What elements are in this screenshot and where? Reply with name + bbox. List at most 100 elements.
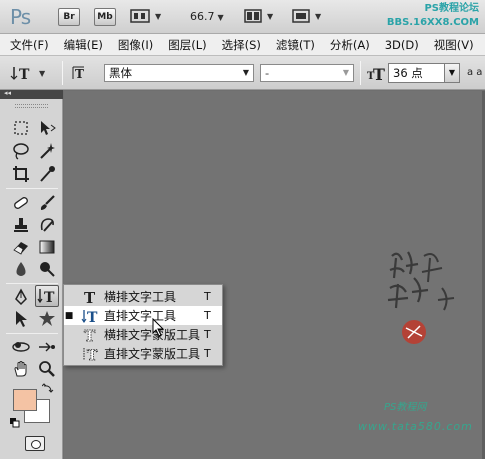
lasso-tool[interactable] [9,140,33,162]
anti-aliasing-label: a a [467,67,483,78]
foreground-color-swatch[interactable] [13,389,37,411]
toggle-text-orientation-button[interactable]: T [72,65,92,84]
tools-panel: T [0,99,63,459]
flyout-item-shortcut: T [204,309,211,322]
move-tool[interactable] [35,117,59,139]
menu-file[interactable]: 文件(F) [10,37,49,53]
svg-text:T: T [84,289,96,305]
magic-wand-tool[interactable] [35,140,59,162]
drop-icon [16,262,26,276]
canvas-watermark-line-2: www.tata580.com [358,420,473,433]
default-colors-button[interactable] [10,417,20,431]
vertical-type-icon: T [37,289,55,305]
svg-text:T: T [19,67,30,81]
menu-analysis[interactable]: 分析(A) [330,37,370,53]
tools-panel-header[interactable]: ◂◂ [0,89,63,99]
3d-camera-icon [39,342,55,352]
menu-3d[interactable]: 3D(D) [385,38,419,52]
font-size-value: 36 点 [393,66,423,80]
photoshop-logo: Ps [10,5,31,29]
eyedropper-icon [40,166,55,182]
separator [360,61,361,85]
application-bar: Ps Br Mb ▼ 66.7 ▼ ▼ ▼ PS教程论坛 BBS.16XX8.CO… [0,0,485,34]
flyout-item-horizontal-type-mask[interactable]: T 横排文字蒙版工具 T [64,325,222,344]
hand-tool[interactable] [9,358,33,380]
chevron-down-icon: ▼ [242,68,249,77]
spot-healing-brush-tool[interactable] [9,192,33,214]
menu-view[interactable]: 视图(V) [434,37,474,53]
gradient-tool[interactable] [35,236,59,258]
pen-icon [15,288,27,306]
rectangular-marquee-tool[interactable] [9,117,33,139]
arrange-icon [244,9,262,23]
flyout-item-shortcut: T [204,347,211,360]
menu-filter[interactable]: 滤镜(T) [276,37,315,53]
arrow-pointer-icon [16,311,27,327]
brush-tool[interactable] [35,192,59,214]
clone-stamp-tool[interactable] [9,214,33,236]
pen-tool[interactable] [9,286,33,308]
quick-mask-button[interactable] [25,436,45,451]
font-family-value: 黑体 [109,66,132,80]
type-tool-flyout: T 横排文字工具 T ■ T 直排文字工具 T T 横排文字蒙版工具 T T 直… [63,284,223,366]
3d-rotate-icon [12,342,30,352]
crop-tool[interactable] [9,163,33,185]
flyout-item-shortcut: T [204,290,211,303]
path-selection-tool[interactable] [9,308,33,330]
default-colors-icon [10,418,20,428]
chevron-down-icon: ▼ [39,68,46,78]
screen-mode-button[interactable]: ▼ [292,8,321,24]
eyedropper-tool[interactable] [35,163,59,185]
flyout-item-shortcut: T [204,328,211,341]
crop-icon [13,166,29,182]
zoom-level[interactable]: 66.7 ▼ [190,10,224,23]
menu-image[interactable]: 图像(I) [118,37,153,53]
dodge-tool[interactable] [35,258,59,280]
dodge-icon [40,262,55,277]
history-brush-tool[interactable] [35,214,59,236]
menu-edit[interactable]: 编辑(E) [64,37,103,53]
separator [62,61,63,85]
marquee-icon [14,121,28,135]
blur-tool[interactable] [9,258,33,280]
vertical-type-mask-icon: T [80,346,100,362]
menu-select[interactable]: 选择(S) [222,37,261,53]
arrange-documents-button[interactable]: ▼ [244,8,273,24]
brush-icon [40,195,55,210]
font-style-select[interactable]: - ▼ [260,64,354,82]
chevron-down-icon: ▼ [444,64,459,82]
panel-grip[interactable] [15,104,48,108]
chevron-down-icon: ▼ [155,11,162,21]
bandage-icon [14,197,28,209]
font-size-field[interactable]: 36 点 ▼ [388,63,460,83]
svg-text:T: T [44,290,55,305]
flyout-item-vertical-type-mask[interactable]: T 直排文字蒙版工具 T [64,344,222,363]
chevron-down-icon: ▼ [342,68,349,77]
history-brush-icon [40,218,54,232]
flyout-item-horizontal-type[interactable]: T 横排文字工具 T [64,287,222,306]
calligraphy-watermark [384,248,464,348]
vertical-type-tool[interactable]: T [35,285,59,307]
font-family-select[interactable]: 黑体 ▼ [104,64,254,82]
bridge-button[interactable]: Br [58,8,80,26]
screen-mode-icon [292,9,310,23]
swap-arrow-icon [41,383,54,393]
3d-object-rotate-tool[interactable] [9,336,33,358]
eraser-icon [13,242,28,255]
gradient-icon [39,240,55,254]
stamp-icon [14,218,28,232]
svg-text:T: T [87,310,98,324]
view-extras-button[interactable]: ▼ [130,8,161,24]
font-size-icon: TT [367,64,387,85]
tool-preset-picker[interactable]: T ▼ [10,65,45,81]
flyout-item-vertical-type[interactable]: ■ T 直排文字工具 T [64,306,222,325]
mini-bridge-button[interactable]: Mb [94,8,116,26]
magnifier-icon [39,361,55,377]
3d-camera-rotate-tool[interactable] [35,336,59,358]
text-orientation-icon: T [72,66,84,81]
zoom-tool[interactable] [35,358,59,380]
custom-shape-tool[interactable] [35,308,59,330]
swap-colors-button[interactable] [41,383,54,398]
menu-layer[interactable]: 图层(L) [168,37,206,53]
eraser-tool[interactable] [9,236,33,258]
